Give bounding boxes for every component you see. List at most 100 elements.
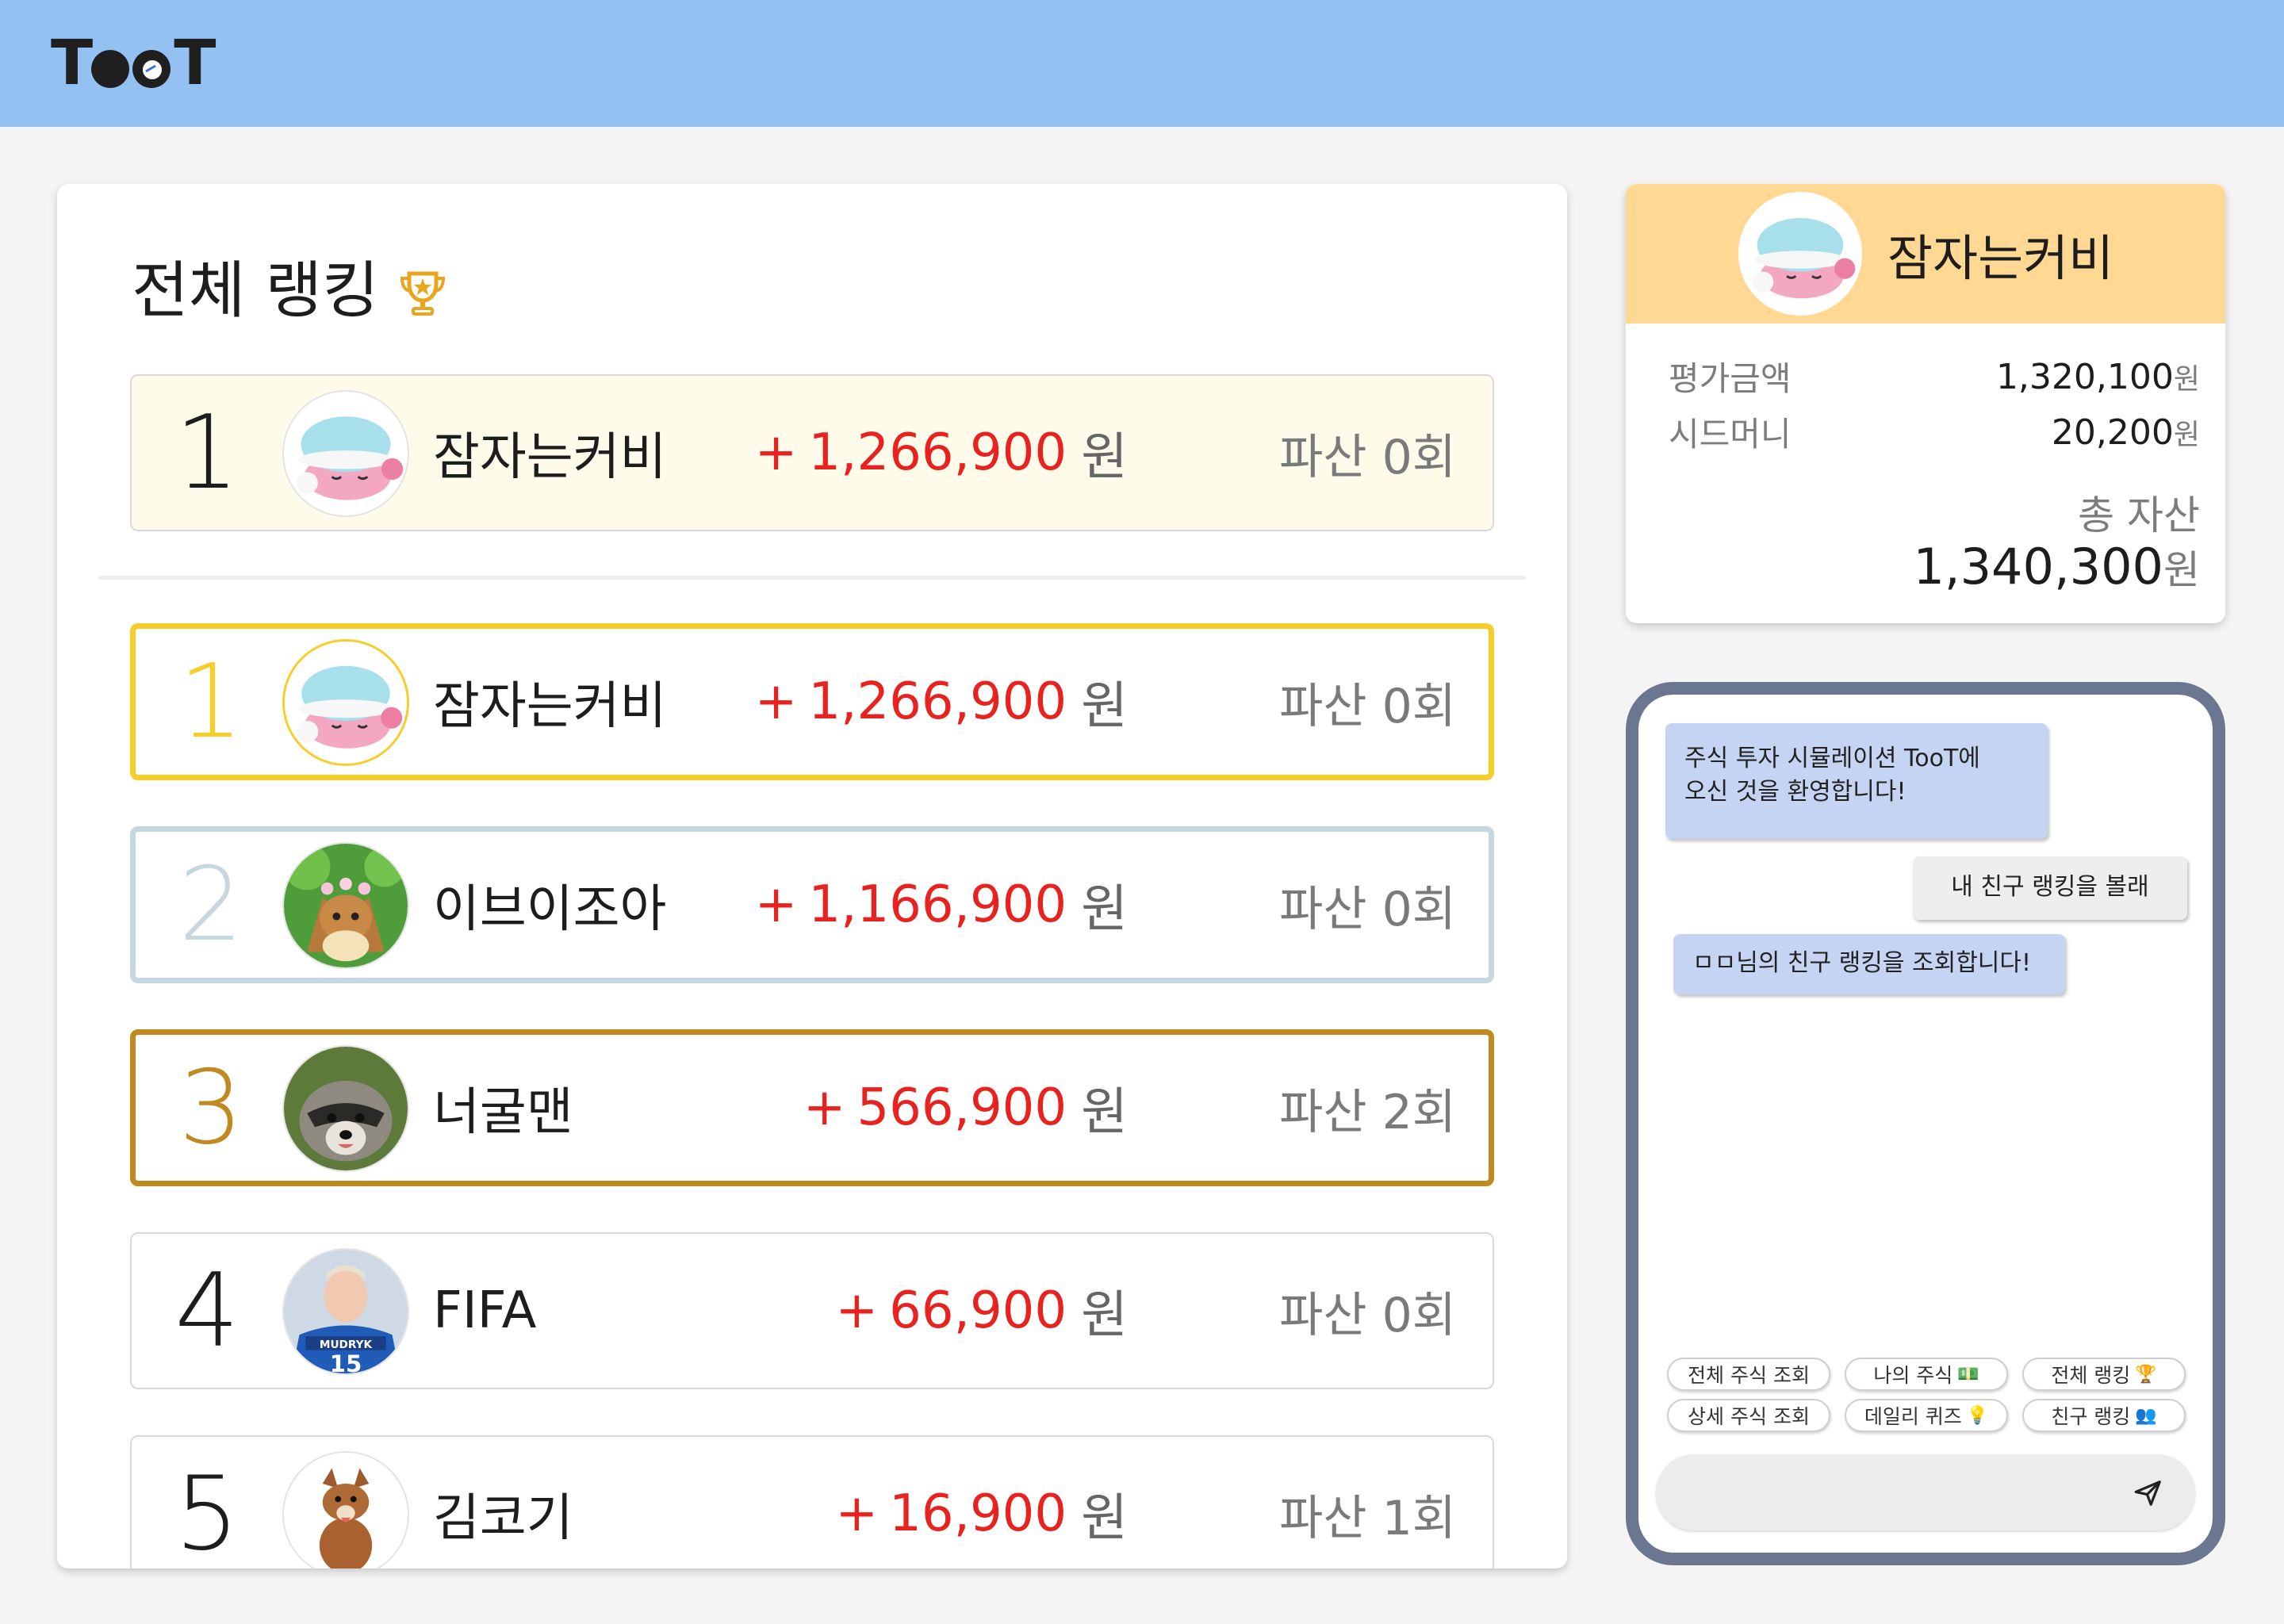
rank-row-4[interactable]: 4 MUDRYK 15 FIFA + 66,900 원 파산 0회 <box>130 1232 1494 1389</box>
seed-label: 시드머니 <box>1669 415 1792 454</box>
svg-text:MUDRYK: MUDRYK <box>320 1339 373 1351</box>
divider <box>98 576 1526 580</box>
rank-number: 2 <box>178 845 243 964</box>
avatar <box>282 390 409 517</box>
bot-message: 주식 투자 시뮬레이션 TooT에 오신 것을 환영합니다! <box>1665 723 2048 839</box>
profit-value: 1,266,900 <box>808 672 1067 731</box>
profit-value: 16,900 <box>889 1484 1067 1543</box>
currency-unit: 원 <box>1081 1083 1128 1142</box>
ranking-title: 전체 랭킹 <box>132 241 446 330</box>
chip-all-stocks[interactable]: 전체 주식 조회 <box>1667 1358 1830 1391</box>
lightbulb-icon: 💡 <box>1966 1405 1989 1426</box>
rank-number: 5 <box>174 1454 240 1569</box>
rank-number: 1 <box>178 642 243 761</box>
plus-sign: + <box>754 875 798 934</box>
chip-label: 상세 주식 조회 <box>1688 1405 1810 1428</box>
people-icon: 👥 <box>2135 1405 2157 1426</box>
chip-label: 전체 주식 조회 <box>1688 1364 1810 1387</box>
eval-row: 평가금액 1,320,100원 <box>1669 352 2200 400</box>
seed-row: 시드머니 20,200원 <box>1669 408 2200 456</box>
currency-unit: 원 <box>1081 677 1128 736</box>
total-unit: 원 <box>2163 547 2200 593</box>
eval-value-wrap: 1,320,100원 <box>1996 356 2200 397</box>
currency-unit: 원 <box>1081 428 1128 487</box>
money-icon: 💵 <box>1957 1364 1979 1385</box>
profit-value: 66,900 <box>889 1281 1067 1340</box>
seed-value: 20,200 <box>2051 412 2174 453</box>
rank-row-5[interactable]: 5 김코기 + 16,900 원 파산 1회 <box>130 1435 1494 1568</box>
send-icon[interactable] <box>2133 1478 2163 1508</box>
my-rank-row[interactable]: 1 잠자는커비 + 1,266,900 원 파산 0회 <box>130 374 1494 531</box>
chip-label: 친구 랭킹 <box>2051 1405 2131 1428</box>
total-value-wrap: 1,340,300원 <box>1913 538 2200 596</box>
profit-amount: + 1,266,900 원 <box>755 629 1128 775</box>
seed-value-wrap: 20,200원 <box>2052 412 2200 453</box>
bot-message-line: 오신 것을 환영합니다! <box>1684 778 1907 806</box>
profit-amount: + 1,166,900 원 <box>755 832 1128 978</box>
profit-amount: + 566,900 원 <box>803 1035 1128 1181</box>
chip-stock-detail[interactable]: 상세 주식 조회 <box>1667 1399 1830 1432</box>
rank-row-3[interactable]: 3 너굴맨 + 566,900 원 파산 2회 <box>130 1029 1494 1186</box>
avatar: MUDRYK 15 <box>282 1248 409 1375</box>
user-message: 내 친구 랭킹을 볼래 <box>1913 856 2187 920</box>
chip-friend-ranking[interactable]: 친구 랭킹 👥 <box>2022 1399 2186 1432</box>
eval-label: 평가금액 <box>1669 359 1792 398</box>
profit-amount: + 1,266,900 원 <box>755 376 1128 530</box>
player-name: 너굴맨 <box>433 1083 573 1142</box>
avatar <box>282 1045 409 1172</box>
plus-sign: + <box>803 1078 846 1137</box>
bot-message: ㅁㅁ님의 친구 랭킹을 조회합니다! <box>1673 934 2065 994</box>
plus-sign: + <box>754 672 798 731</box>
eval-unit: 원 <box>2173 362 2200 396</box>
rank-number: 3 <box>178 1048 243 1167</box>
chip-all-ranking[interactable]: 전체 랭킹 🏆 <box>2022 1358 2186 1391</box>
bankrupt-count: 파산 0회 <box>1279 881 1456 937</box>
player-name: 김코기 <box>433 1489 573 1548</box>
bankrupt-count: 파산 1회 <box>1279 1490 1456 1546</box>
chip-label: 나의 주식 <box>1873 1364 1953 1387</box>
rank-number: 1 <box>174 393 240 512</box>
eval-value: 1,320,100 <box>1995 356 2174 397</box>
player-name: 이브이조아 <box>433 880 667 939</box>
plus-sign: + <box>835 1281 879 1340</box>
rank-row-2[interactable]: 2 이브이조아 + 1,166,900 원 파산 0회 <box>130 826 1494 983</box>
avatar <box>282 1451 409 1568</box>
profit-amount: + 66,900 원 <box>836 1234 1128 1388</box>
currency-unit: 원 <box>1081 1286 1128 1345</box>
bot-message-line: 주식 투자 시뮬레이션 TooT에 <box>1684 745 1980 772</box>
profit-value: 1,266,900 <box>808 423 1067 482</box>
bot-message-text: ㅁㅁ님의 친구 랭킹을 조회합니다! <box>1692 949 2032 977</box>
player-name: 잠자는커비 <box>433 677 667 736</box>
avatar <box>282 639 409 766</box>
bankrupt-count: 파산 2회 <box>1279 1084 1456 1140</box>
ranking-title-text: 전체 랭킹 <box>132 255 379 327</box>
chart-icon <box>132 50 171 88</box>
chip-label: 전체 랭킹 <box>2051 1364 2131 1387</box>
svg-text:15: 15 <box>330 1350 362 1373</box>
profit-value: 566,900 <box>856 1078 1067 1137</box>
trophy-icon: 🏆 <box>2135 1364 2157 1385</box>
user-message-text: 내 친구 랭킹을 볼래 <box>1951 873 2149 901</box>
chip-label: 데일리 퀴즈 <box>1864 1405 1962 1428</box>
chat-input[interactable] <box>1656 1454 2195 1530</box>
profit-amount: + 16,900 원 <box>836 1437 1128 1568</box>
rank-row-1[interactable]: 1 잠자는커비 + 1,266,900 원 파산 0회 <box>130 623 1494 780</box>
currency-unit: 원 <box>1081 880 1128 939</box>
plus-sign: + <box>754 423 798 482</box>
profile-name: 잠자는커비 <box>1887 229 2114 287</box>
plus-sign: + <box>835 1484 879 1543</box>
profit-value: 1,166,900 <box>808 875 1067 934</box>
bankrupt-count: 파산 0회 <box>1279 1287 1456 1343</box>
profile-avatar[interactable] <box>1738 192 1862 316</box>
profile-card: 잠자는커비 평가금액 1,320,100원 시드머니 20,200원 총 자산 … <box>1626 184 2225 623</box>
currency-unit: 원 <box>1081 1489 1128 1548</box>
chip-daily-quiz[interactable]: 데일리 퀴즈 💡 <box>1845 1399 2008 1432</box>
chip-my-stocks[interactable]: 나의 주식 💵 <box>1845 1358 2008 1391</box>
toot-logo[interactable]: T T <box>51 28 216 99</box>
bankrupt-count: 파산 0회 <box>1279 429 1456 485</box>
player-name: 잠자는커비 <box>433 428 667 487</box>
top-header: T T <box>0 0 2284 127</box>
seed-unit: 원 <box>2173 418 2200 451</box>
bankrupt-count: 파산 0회 <box>1279 678 1456 734</box>
rank-number: 4 <box>174 1251 240 1370</box>
